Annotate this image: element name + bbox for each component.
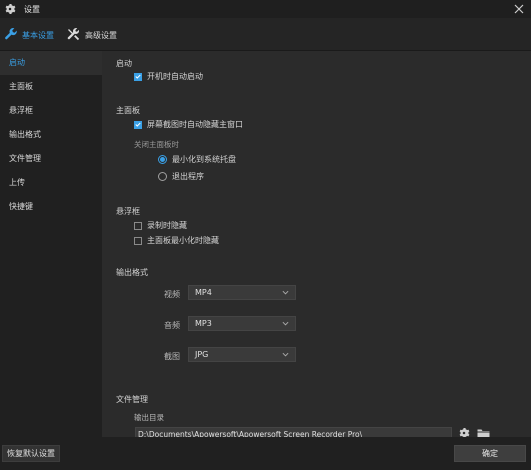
wrench-icon	[4, 27, 18, 43]
hide-on-screenshot-checkbox[interactable]: 屏幕截图时自动隐藏主窗口	[134, 119, 243, 130]
section-title-startup: 启动	[116, 59, 132, 68]
checkbox[interactable]	[134, 221, 142, 230]
audio-format-label: 音频	[164, 321, 180, 330]
section-title-main-panel: 主面板	[116, 106, 140, 115]
radio-button[interactable]	[158, 155, 167, 164]
close-behavior-label: 关闭主面板时	[134, 140, 179, 149]
sidebar-item-hotkeys[interactable]: 快捷键	[0, 195, 102, 219]
output-directory-label: 输出目录	[134, 413, 164, 422]
hide-when-recording-checkbox[interactable]: 录制时隐藏	[134, 220, 187, 231]
sidebar-item-main-panel[interactable]: 主面板	[0, 75, 102, 99]
select-value: MP4	[195, 288, 212, 297]
tab-label: 高级设置	[85, 30, 117, 40]
scrollbar[interactable]	[521, 51, 531, 437]
checkbox[interactable]	[134, 236, 142, 245]
radio-minimize-to-tray[interactable]: 最小化到系统托盘	[158, 154, 236, 165]
tab-basic-settings[interactable]: 基本设置	[4, 26, 54, 44]
video-format-label: 视频	[164, 290, 180, 299]
radio-exit-program[interactable]: 退出程序	[158, 171, 204, 182]
checkbox-label: 录制时隐藏	[147, 221, 187, 230]
checkbox[interactable]	[134, 72, 142, 81]
close-icon[interactable]	[511, 1, 527, 17]
checkbox-label: 屏幕截图时自动隐藏主窗口	[147, 120, 243, 129]
checkbox-label: 主面板最小化时隐藏	[147, 236, 219, 245]
settings-content: 启动 开机时自动启动 主面板 屏幕截图时自动隐藏主窗口 关闭主面板时 最小化到系…	[102, 51, 520, 437]
gear-icon[interactable]	[457, 426, 471, 437]
reset-defaults-button[interactable]: 恢复默认设置	[2, 445, 60, 462]
screenshot-format-label: 截图	[164, 352, 180, 361]
video-format-select[interactable]: MP4	[188, 285, 296, 300]
select-value: MP3	[195, 319, 212, 328]
screenshot-format-select[interactable]: JPG	[188, 347, 296, 362]
ok-button[interactable]: 确定	[454, 445, 526, 462]
sidebar-item-output-format[interactable]: 输出格式	[0, 123, 102, 147]
auto-start-checkbox[interactable]: 开机时自动启动	[134, 71, 203, 82]
checkbox[interactable]	[134, 120, 142, 129]
chevron-down-icon	[282, 288, 289, 297]
tab-advanced-settings[interactable]: 高级设置	[66, 26, 117, 44]
output-directory-field[interactable]: D:\Documents\Apowersoft\Apowersoft Scree…	[135, 427, 452, 437]
audio-format-select[interactable]: MP3	[188, 316, 296, 331]
tab-label: 基本设置	[22, 30, 54, 40]
sidebar-item-startup[interactable]: 启动	[0, 51, 102, 75]
radio-label: 最小化到系统托盘	[172, 155, 236, 164]
radio-label: 退出程序	[172, 172, 204, 181]
sidebar-item-file-management[interactable]: 文件管理	[0, 147, 102, 171]
sidebar-item-floating[interactable]: 悬浮框	[0, 99, 102, 123]
hide-when-minimized-checkbox[interactable]: 主面板最小化时隐藏	[134, 235, 219, 246]
select-value: JPG	[195, 350, 209, 359]
chevron-down-icon	[282, 319, 289, 328]
section-title-file-management: 文件管理	[116, 395, 148, 404]
window-title: 设置	[24, 4, 40, 14]
sidebar-item-upload[interactable]: 上传	[0, 171, 102, 195]
section-title-output-format: 输出格式	[116, 268, 148, 277]
radio-button[interactable]	[158, 172, 167, 181]
checkbox-label: 开机时自动启动	[147, 72, 203, 81]
tools-icon	[66, 27, 81, 44]
section-title-floating: 悬浮框	[116, 207, 140, 216]
title-bar: 设置	[0, 0, 531, 18]
settings-tabs: 基本设置 高级设置	[0, 18, 531, 51]
gear-icon	[3, 2, 17, 16]
footer: 恢复默认设置 确定	[0, 437, 531, 470]
folder-icon[interactable]	[476, 426, 490, 437]
sidebar: 启动 主面板 悬浮框 输出格式 文件管理 上传 快捷键	[0, 51, 102, 437]
chevron-down-icon	[282, 350, 289, 359]
